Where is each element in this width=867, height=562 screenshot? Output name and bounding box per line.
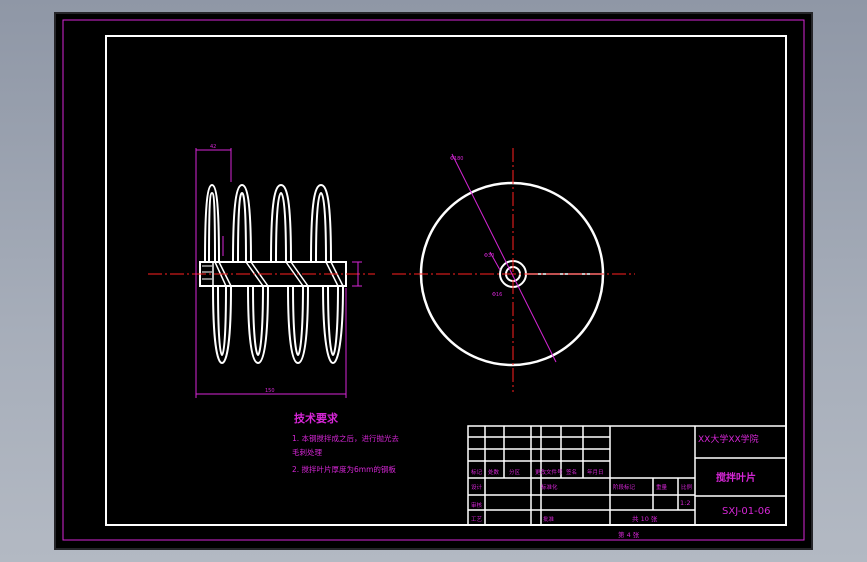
hdr-zone: 分区 [509,468,521,476]
lbl-stage: 阶段标记 [613,483,636,491]
lbl-weight: 重量 [656,483,668,491]
hdr-date: 年月日 [587,468,604,476]
lbl-standard: 标准化 [541,483,558,491]
scale-value: 1:2 [680,499,690,507]
lbl-design: 设计 [471,483,483,491]
tech-line-1: 1. 本钢搅拌成之后，进行抛光去 [292,433,400,443]
lbl-scale: 比例 [681,483,693,491]
part-name: 搅拌叶片 [716,471,756,484]
lbl-approve: 批准 [543,515,555,523]
hdr-sign: 签名 [566,468,577,476]
lbl-process: 工艺 [471,516,483,523]
dim-diameter-text: Φ180 [450,156,463,162]
drawing-sheet [54,12,813,550]
drawing-number: SXJ-01-06 [722,506,770,517]
dim-length-text: 150 [265,388,275,394]
tech-line-2: 毛刺处理 [292,447,322,457]
dim-bore-text: Φ16 [492,292,502,298]
sheet-total: 共 10 张 [632,514,658,523]
hdr-doc: 更改文件号 [535,468,563,476]
hdr-count: 处数 [488,468,500,476]
tech-line-3: 2. 搅拌叶片厚度为6mm的钢板 [292,464,396,474]
dim-pitch-text: 42 [210,144,216,150]
cad-drawing-canvas: 42 150 Φ180 Φ30 Φ16 技术要求 1. 本钢搅拌成之后，进行抛光… [54,12,813,550]
dim-hub-text: Φ30 [484,253,494,259]
school-name: XX大学XX学院 [698,433,759,445]
lbl-review: 审核 [471,501,483,509]
hdr-mark: 标记 [471,468,483,476]
sheet-index: 第 4 张 [618,530,640,539]
tech-title: 技术要求 [294,411,339,425]
